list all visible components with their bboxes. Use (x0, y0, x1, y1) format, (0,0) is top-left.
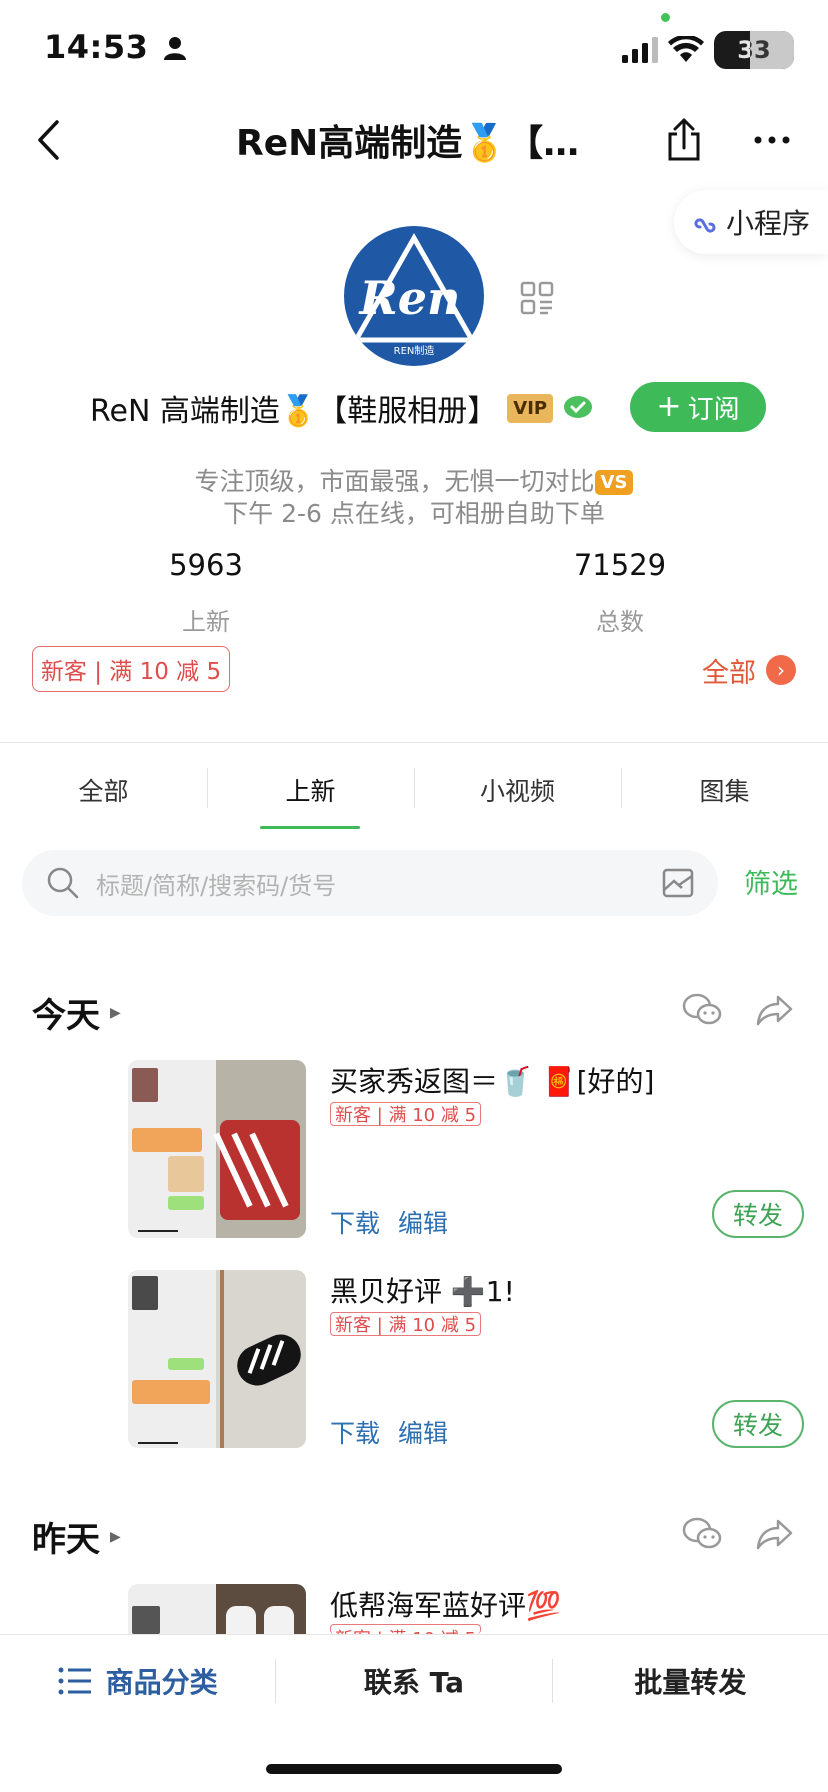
signal-icon (622, 37, 658, 63)
mini-program-label: 小程序 (726, 207, 811, 240)
shop-description-line1: 专注顶级，市面最强，无惧一切对比 VS (0, 462, 828, 498)
edit-link[interactable]: 编辑 (398, 1204, 448, 1240)
all-link[interactable]: 全部 › (702, 650, 796, 690)
battery-indicator: 33 (714, 31, 794, 69)
more-button[interactable] (744, 112, 800, 168)
list-icon (58, 1667, 91, 1695)
vip-badge: VIP (507, 393, 554, 423)
tab-all[interactable]: 全部 (0, 764, 207, 816)
day-header-yesterday[interactable]: 昨天 ▶ (32, 1512, 121, 1561)
forward-button[interactable]: 转发 (712, 1400, 804, 1448)
forward-arrow-icon[interactable] (756, 1518, 794, 1550)
day-header-today[interactable]: 今天 ▶ (32, 988, 121, 1037)
filter-button[interactable]: 筛选 (744, 862, 798, 901)
post-coupon-badge: 新客 | 满 10 减 5 (330, 1312, 482, 1336)
post-actions: 下载 编辑 (330, 1414, 448, 1450)
search-placeholder: 标题/简称/搜索码/货号 (96, 871, 337, 900)
status-indicators: 33 (622, 30, 794, 70)
day-actions (682, 992, 794, 1028)
subscribe-button[interactable]: + 订阅 (630, 382, 766, 432)
image-search-icon[interactable] (662, 868, 694, 898)
search-icon (47, 867, 79, 899)
tab-gallery[interactable]: 图集 (621, 764, 828, 816)
contact-button[interactable]: 联系 Ta (276, 1635, 551, 1727)
more-dots-icon (754, 136, 790, 144)
post-title: 黑贝好评 ➕1! (330, 1275, 515, 1308)
download-link[interactable]: 下载 (330, 1204, 380, 1240)
caret-right-icon: ▶ (110, 1004, 121, 1021)
wechat-verified-icon (564, 396, 593, 418)
search-input[interactable]: 标题/简称/搜索码/货号 (22, 850, 718, 916)
stat-total-label: 总数 (596, 608, 644, 636)
share-icon (668, 118, 700, 161)
category-label: 商品分类 (105, 1666, 218, 1699)
forward-arrow-icon[interactable] (756, 994, 794, 1026)
qr-code-icon (520, 281, 554, 315)
tab-short-video[interactable]: 小视频 (414, 764, 621, 816)
page-title: ReN高端制造🥇【… (236, 123, 580, 164)
caret-right-icon: ▶ (110, 1528, 121, 1545)
post-title: 买家秀返图＝🥤 🧧[好的] (330, 1065, 655, 1098)
wechat-share-icon[interactable] (682, 1516, 722, 1552)
day-title: 昨天 (32, 1520, 100, 1560)
privacy-indicator-dot (661, 13, 670, 22)
arrow-right-icon: › (766, 655, 796, 685)
category-button[interactable]: 商品分类 (0, 1635, 275, 1727)
post-thumbnail[interactable] (128, 1270, 306, 1448)
mini-program-button[interactable]: 小程序 (674, 190, 828, 254)
status-time: 14:53 (44, 28, 186, 66)
back-button[interactable] (20, 100, 76, 180)
mini-program-icon (694, 218, 716, 233)
shop-logo: Ren REN制造 (344, 226, 484, 366)
stat-total-count: 71529 (573, 548, 667, 582)
wifi-icon (668, 36, 704, 62)
qr-code-button[interactable] (520, 278, 554, 318)
new-customer-coupon[interactable]: 新客 | 满 10 减 5 (32, 646, 230, 692)
home-indicator[interactable] (266, 1764, 562, 1774)
shop-description-line2: 下午 2-6 点在线，可相册自助下单 (223, 499, 605, 528)
stat-new-count: 5963 (169, 548, 243, 582)
day-actions (682, 1516, 794, 1552)
edit-link[interactable]: 编辑 (398, 1414, 448, 1450)
shop-name-row: ReN 高端制造🥇【鞋服相册】 VIP (90, 384, 593, 432)
shop-name: ReN 高端制造🥇【鞋服相册】 (90, 394, 498, 429)
wechat-share-icon[interactable] (682, 992, 722, 1028)
vs-badge: VS (594, 470, 634, 495)
all-link-label: 全部 (702, 657, 756, 689)
forward-button[interactable]: 转发 (712, 1190, 804, 1238)
section-divider (0, 742, 828, 743)
day-title: 今天 (32, 996, 100, 1036)
post-actions: 下载 编辑 (330, 1204, 448, 1240)
post-thumbnail[interactable] (128, 1584, 306, 1634)
back-chevron-icon (38, 120, 59, 160)
post-thumbnail[interactable] (128, 1060, 306, 1238)
subscribe-label: 订阅 (687, 394, 740, 425)
stat-new-label: 上新 (182, 608, 230, 636)
active-tab-indicator (260, 826, 360, 829)
person-icon (164, 37, 186, 60)
batch-forward-button[interactable]: 批量转发 (553, 1635, 828, 1727)
logo-graphic: Ren REN制造 (351, 232, 477, 357)
plus-icon: + (656, 389, 682, 424)
svg-text:REN制造: REN制造 (394, 344, 435, 357)
bottom-action-bar: 商品分类 联系 Ta 批量转发 (0, 1634, 828, 1727)
svg-text:Ren: Ren (358, 271, 461, 325)
tab-new[interactable]: 上新 (207, 764, 414, 816)
post-coupon-badge: 新客 | 满 10 减 5 (330, 1624, 482, 1634)
share-button[interactable] (656, 108, 712, 172)
download-link[interactable]: 下载 (330, 1414, 380, 1450)
post-coupon-badge: 新客 | 满 10 减 5 (330, 1102, 482, 1126)
post-title: 低帮海军蓝好评💯 (330, 1589, 561, 1622)
